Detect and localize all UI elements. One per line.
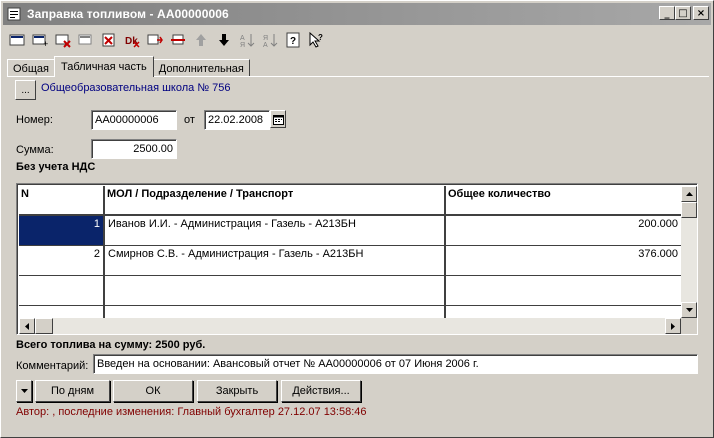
vertical-scroll-thumb[interactable]	[681, 202, 697, 218]
svg-text:A: A	[240, 35, 245, 42]
insert-row-icon[interactable]	[168, 30, 188, 50]
help-icon[interactable]: ?	[283, 30, 303, 50]
cell-n[interactable]	[19, 276, 105, 306]
scroll-down-button[interactable]	[681, 302, 697, 318]
window-title: Заправка топливом - АА00000006	[27, 7, 229, 21]
svg-text:Я: Я	[263, 35, 268, 42]
scroll-up-button[interactable]	[681, 186, 697, 202]
table-row[interactable]: 2 Смирнов С.В. - Администрация - Газель …	[19, 246, 681, 276]
column-header-n[interactable]: N	[19, 186, 105, 216]
sum-input[interactable]: 2500.00	[91, 139, 177, 159]
tab-general[interactable]: Общая	[7, 59, 55, 77]
sum-label: Сумма:	[16, 144, 54, 156]
organization-name[interactable]: Общеобразовательная школа № 756	[41, 82, 231, 94]
number-label: Номер:	[16, 114, 53, 126]
edit-row-icon[interactable]	[76, 30, 96, 50]
close-window-button[interactable]: ×	[693, 6, 709, 20]
actions-button[interactable]: Действия...	[281, 380, 361, 402]
svg-text:A: A	[263, 42, 268, 48]
close-button[interactable]: Закрыть	[197, 380, 277, 402]
scroll-right-button[interactable]	[665, 318, 681, 334]
vat-note: Без учета НДС	[16, 161, 96, 173]
dt-kt-icon[interactable]: Dk	[122, 30, 142, 50]
by-days-button[interactable]: По дням	[35, 380, 110, 402]
table-row[interactable]	[19, 276, 681, 306]
cell-n[interactable]: 2	[19, 246, 105, 276]
document-window: Заправка топливом - АА00000006 _ □ × + D…	[0, 0, 714, 438]
tab-strip: Общая Табличная часть Дополнительная	[7, 56, 250, 77]
toolbar: + Dk AЯ ЯA ? ?	[7, 28, 326, 52]
arrow-down-small-icon	[685, 308, 693, 312]
cell-qty[interactable]	[446, 306, 681, 318]
cell-mol[interactable]: Иванов И.И. - Администрация - Газель - А…	[105, 216, 446, 246]
column-header-qty[interactable]: Общее количество	[446, 186, 681, 216]
calendar-icon	[272, 114, 284, 125]
cell-mol[interactable]: Смирнов С.В. - Администрация - Газель - …	[105, 246, 446, 276]
cell-mol[interactable]	[105, 306, 446, 318]
number-input[interactable]: АА00000006	[91, 110, 177, 130]
delete-row-icon[interactable]	[53, 30, 73, 50]
tab-table-part[interactable]: Табличная часть	[53, 56, 154, 77]
tab-additional[interactable]: Дополнительная	[152, 59, 250, 77]
cell-qty[interactable]: 376.000	[446, 246, 681, 276]
arrow-up-icon[interactable]	[191, 30, 211, 50]
scroll-left-button[interactable]	[19, 318, 35, 334]
date-from-label: от	[184, 114, 195, 126]
svg-text:?: ?	[318, 33, 323, 42]
arrow-down-icon[interactable]	[214, 30, 234, 50]
cell-mol[interactable]	[105, 276, 446, 306]
svg-text:+: +	[43, 39, 48, 48]
total-text: Всего топлива на сумму: 2500 руб.	[16, 339, 206, 351]
select-organization-button[interactable]: ...	[15, 80, 36, 100]
svg-text:Я: Я	[240, 42, 245, 48]
scrollbar-corner	[681, 318, 697, 334]
column-header-mol[interactable]: МОЛ / Подразделение / Транспорт	[105, 186, 446, 216]
cell-n[interactable]: 1	[19, 216, 105, 246]
copy-row-icon[interactable]: +	[30, 30, 50, 50]
arrow-up-small-icon	[685, 192, 693, 196]
comment-label: Комментарий:	[16, 360, 89, 372]
calendar-button[interactable]	[270, 110, 286, 128]
move-row-icon[interactable]	[145, 30, 165, 50]
minimize-button[interactable]: _	[659, 6, 675, 20]
horizontal-scroll-thumb[interactable]	[35, 318, 53, 334]
vertical-scrollbar[interactable]	[681, 186, 697, 318]
fuel-table[interactable]: N МОЛ / Подразделение / Транспорт Общее …	[16, 183, 698, 335]
title-bar[interactable]: Заправка топливом - АА00000006 _ □ ×	[3, 3, 711, 25]
delete-mark-icon[interactable]	[99, 30, 119, 50]
cell-qty[interactable]	[446, 276, 681, 306]
svg-text:?: ?	[290, 36, 296, 47]
add-row-icon[interactable]	[7, 30, 27, 50]
cell-n[interactable]	[19, 306, 105, 318]
maximize-button[interactable]: □	[675, 6, 691, 20]
table-row[interactable]: 1 Иванов И.И. - Администрация - Газель -…	[19, 216, 681, 246]
horizontal-scrollbar[interactable]	[19, 318, 681, 334]
cell-qty[interactable]: 200.000	[446, 216, 681, 246]
context-help-icon[interactable]: ?	[306, 30, 326, 50]
status-line: Автор: , последние изменения: Главный бу…	[16, 406, 367, 418]
triangle-down-icon	[20, 389, 28, 393]
arrow-left-small-icon	[25, 322, 29, 330]
table-row[interactable]	[19, 306, 681, 318]
menu-dropdown-button[interactable]	[16, 380, 32, 402]
comment-input[interactable]: Введен на основании: Авансовый отчет № А…	[93, 354, 698, 374]
date-input[interactable]: 22.02.2008	[204, 110, 270, 130]
sort-descending-icon[interactable]: ЯA	[260, 30, 280, 50]
arrow-right-small-icon	[671, 322, 675, 330]
ok-button[interactable]: ОК	[113, 380, 193, 402]
table-header: N МОЛ / Подразделение / Транспорт Общее …	[19, 186, 681, 216]
document-icon	[6, 6, 22, 22]
sort-ascending-icon[interactable]: AЯ	[237, 30, 257, 50]
